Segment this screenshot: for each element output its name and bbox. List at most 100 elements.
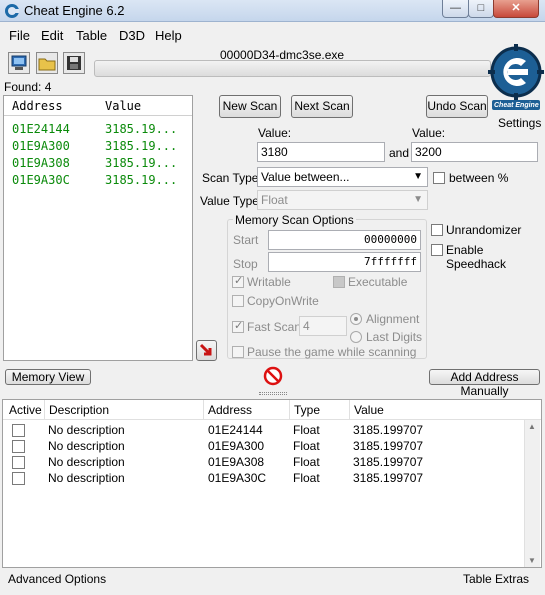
title-bar[interactable]: Cheat Engine 6.2 — □ ✕ (0, 0, 545, 22)
result-row[interactable]: 01E24144 3185.19... (4, 122, 192, 139)
column-value[interactable]: Value (354, 403, 384, 417)
active-checkbox[interactable] (12, 424, 25, 437)
last-digits-label: Last Digits (366, 330, 423, 344)
unrandomizer-checkbox[interactable] (431, 224, 443, 236)
table-row[interactable]: No description 01E9A300 Float 3185.19970… (3, 438, 523, 454)
scan-type-select[interactable]: Value between... ▼ (257, 167, 428, 187)
alignment-radio[interactable] (350, 313, 362, 325)
executable-label: Executable (348, 275, 408, 289)
undo-scan-button[interactable]: Undo Scan (426, 95, 488, 118)
scan-type-label: Scan Type (202, 171, 259, 185)
stop-scan-button[interactable] (263, 366, 283, 386)
window-title: Cheat Engine 6.2 (24, 3, 125, 18)
row-value: 3185.199707 (353, 471, 424, 485)
writable-checkbox[interactable] (232, 274, 244, 288)
floppy-disk-icon (67, 56, 81, 70)
active-checkbox[interactable] (12, 472, 25, 485)
fast-scan-checkbox[interactable] (232, 319, 244, 333)
add-address-manually-button[interactable]: Add Address Manually (429, 369, 540, 398)
menu-table[interactable]: Table (76, 28, 107, 43)
result-row[interactable]: 01E9A30C 3185.19... (4, 173, 192, 190)
result-row[interactable]: 01E9A300 3185.19... (4, 139, 192, 156)
row-address: 01E9A300 (208, 439, 265, 453)
results-header-address[interactable]: Address (12, 99, 63, 113)
result-value: 3185.19... (105, 156, 178, 170)
table-row[interactable]: No description 01E24144 Float 3185.19970… (3, 422, 523, 438)
minimize-button[interactable]: — (442, 0, 469, 18)
menu-d3d[interactable]: D3D (119, 28, 145, 43)
active-checkbox[interactable] (12, 456, 25, 469)
chevron-down-icon: ▼ (413, 194, 423, 205)
open-file-button[interactable] (36, 52, 58, 74)
column-divider[interactable] (44, 400, 45, 420)
row-type: Float (293, 439, 320, 453)
found-count: Found: 4 (4, 80, 52, 94)
memory-scan-options-title: Memory Scan Options (233, 213, 356, 227)
scroll-down-icon[interactable]: ▼ (528, 556, 536, 565)
open-process-button[interactable] (8, 52, 30, 74)
save-button[interactable] (63, 52, 85, 74)
fast-scan-label: Fast Scan (247, 320, 302, 334)
results-header-value[interactable]: Value (105, 99, 141, 113)
value-input-1[interactable]: 3180 (257, 142, 385, 162)
maximize-button[interactable]: □ (468, 0, 494, 18)
column-description[interactable]: Description (49, 403, 109, 417)
close-button[interactable]: ✕ (493, 0, 539, 18)
column-divider[interactable] (203, 400, 204, 420)
chevron-down-icon: ▼ (413, 171, 423, 182)
address-table[interactable]: Active Description Address Type Value No… (2, 399, 542, 568)
table-row[interactable]: No description 01E9A30C Float 3185.19970… (3, 470, 523, 486)
row-description: No description (48, 455, 125, 469)
found-addresses-list[interactable]: Address Value 01E24144 3185.19... 01E9A3… (3, 95, 193, 361)
row-address: 01E24144 (208, 423, 263, 437)
menu-edit[interactable]: Edit (41, 28, 63, 43)
speedhack-checkbox[interactable] (431, 244, 443, 256)
results-header: Address Value (4, 96, 192, 116)
unrandomizer-label: Unrandomizer (446, 223, 522, 237)
column-divider[interactable] (349, 400, 350, 420)
copy-on-write-checkbox[interactable] (232, 295, 244, 307)
row-type: Float (293, 455, 320, 469)
table-extras-link[interactable]: Table Extras (463, 572, 529, 586)
result-value: 3185.19... (105, 122, 178, 136)
value-input-2[interactable]: 3200 (411, 142, 538, 162)
value-label: Value: (258, 126, 292, 140)
scroll-up-icon[interactable]: ▲ (528, 422, 536, 431)
result-row[interactable]: 01E9A308 3185.19... (4, 156, 192, 173)
column-type[interactable]: Type (294, 403, 320, 417)
add-selected-to-list-button[interactable] (196, 340, 217, 361)
last-digits-radio[interactable] (350, 331, 362, 343)
between-percent-label: between % (449, 171, 509, 185)
writable-label: Writable (247, 275, 291, 289)
result-address: 01E9A30C (12, 173, 70, 187)
speedhack-label: Enable Speedhack (446, 243, 507, 271)
menu-help[interactable]: Help (155, 28, 182, 43)
fast-scan-alignment-input[interactable]: 4 (299, 316, 347, 336)
next-scan-button[interactable]: Next Scan (291, 95, 353, 118)
scan-progress-bar (94, 60, 491, 77)
memory-view-button[interactable]: Memory View (5, 369, 91, 385)
column-divider[interactable] (289, 400, 290, 420)
row-type: Float (293, 471, 320, 485)
value-type-select[interactable]: Float ▼ (257, 190, 428, 210)
column-address[interactable]: Address (208, 403, 252, 417)
row-description: No description (48, 439, 125, 453)
column-active[interactable]: Active (9, 403, 42, 417)
cheat-engine-logo[interactable]: Cheat Engine (488, 44, 544, 116)
new-scan-button[interactable]: New Scan (219, 95, 281, 118)
table-row[interactable]: No description 01E9A308 Float 3185.19970… (3, 454, 523, 470)
active-checkbox[interactable] (12, 440, 25, 453)
splitter-handle[interactable] (259, 392, 287, 395)
settings-link[interactable]: Settings (498, 116, 541, 130)
status-bar: Advanced Options Table Extras (2, 570, 543, 588)
pause-game-checkbox[interactable] (232, 346, 244, 358)
advanced-options-link[interactable]: Advanced Options (8, 572, 106, 586)
stop-address-input[interactable]: 7fffffff (268, 252, 421, 272)
between-percent-checkbox[interactable] (433, 172, 445, 184)
vertical-scrollbar[interactable]: ▲ ▼ (524, 420, 540, 567)
menu-file[interactable]: File (9, 28, 30, 43)
alignment-label: Alignment (366, 312, 420, 326)
start-address-input[interactable]: 00000000 (268, 230, 421, 250)
executable-checkbox[interactable] (333, 276, 345, 288)
no-entry-icon (263, 366, 283, 386)
